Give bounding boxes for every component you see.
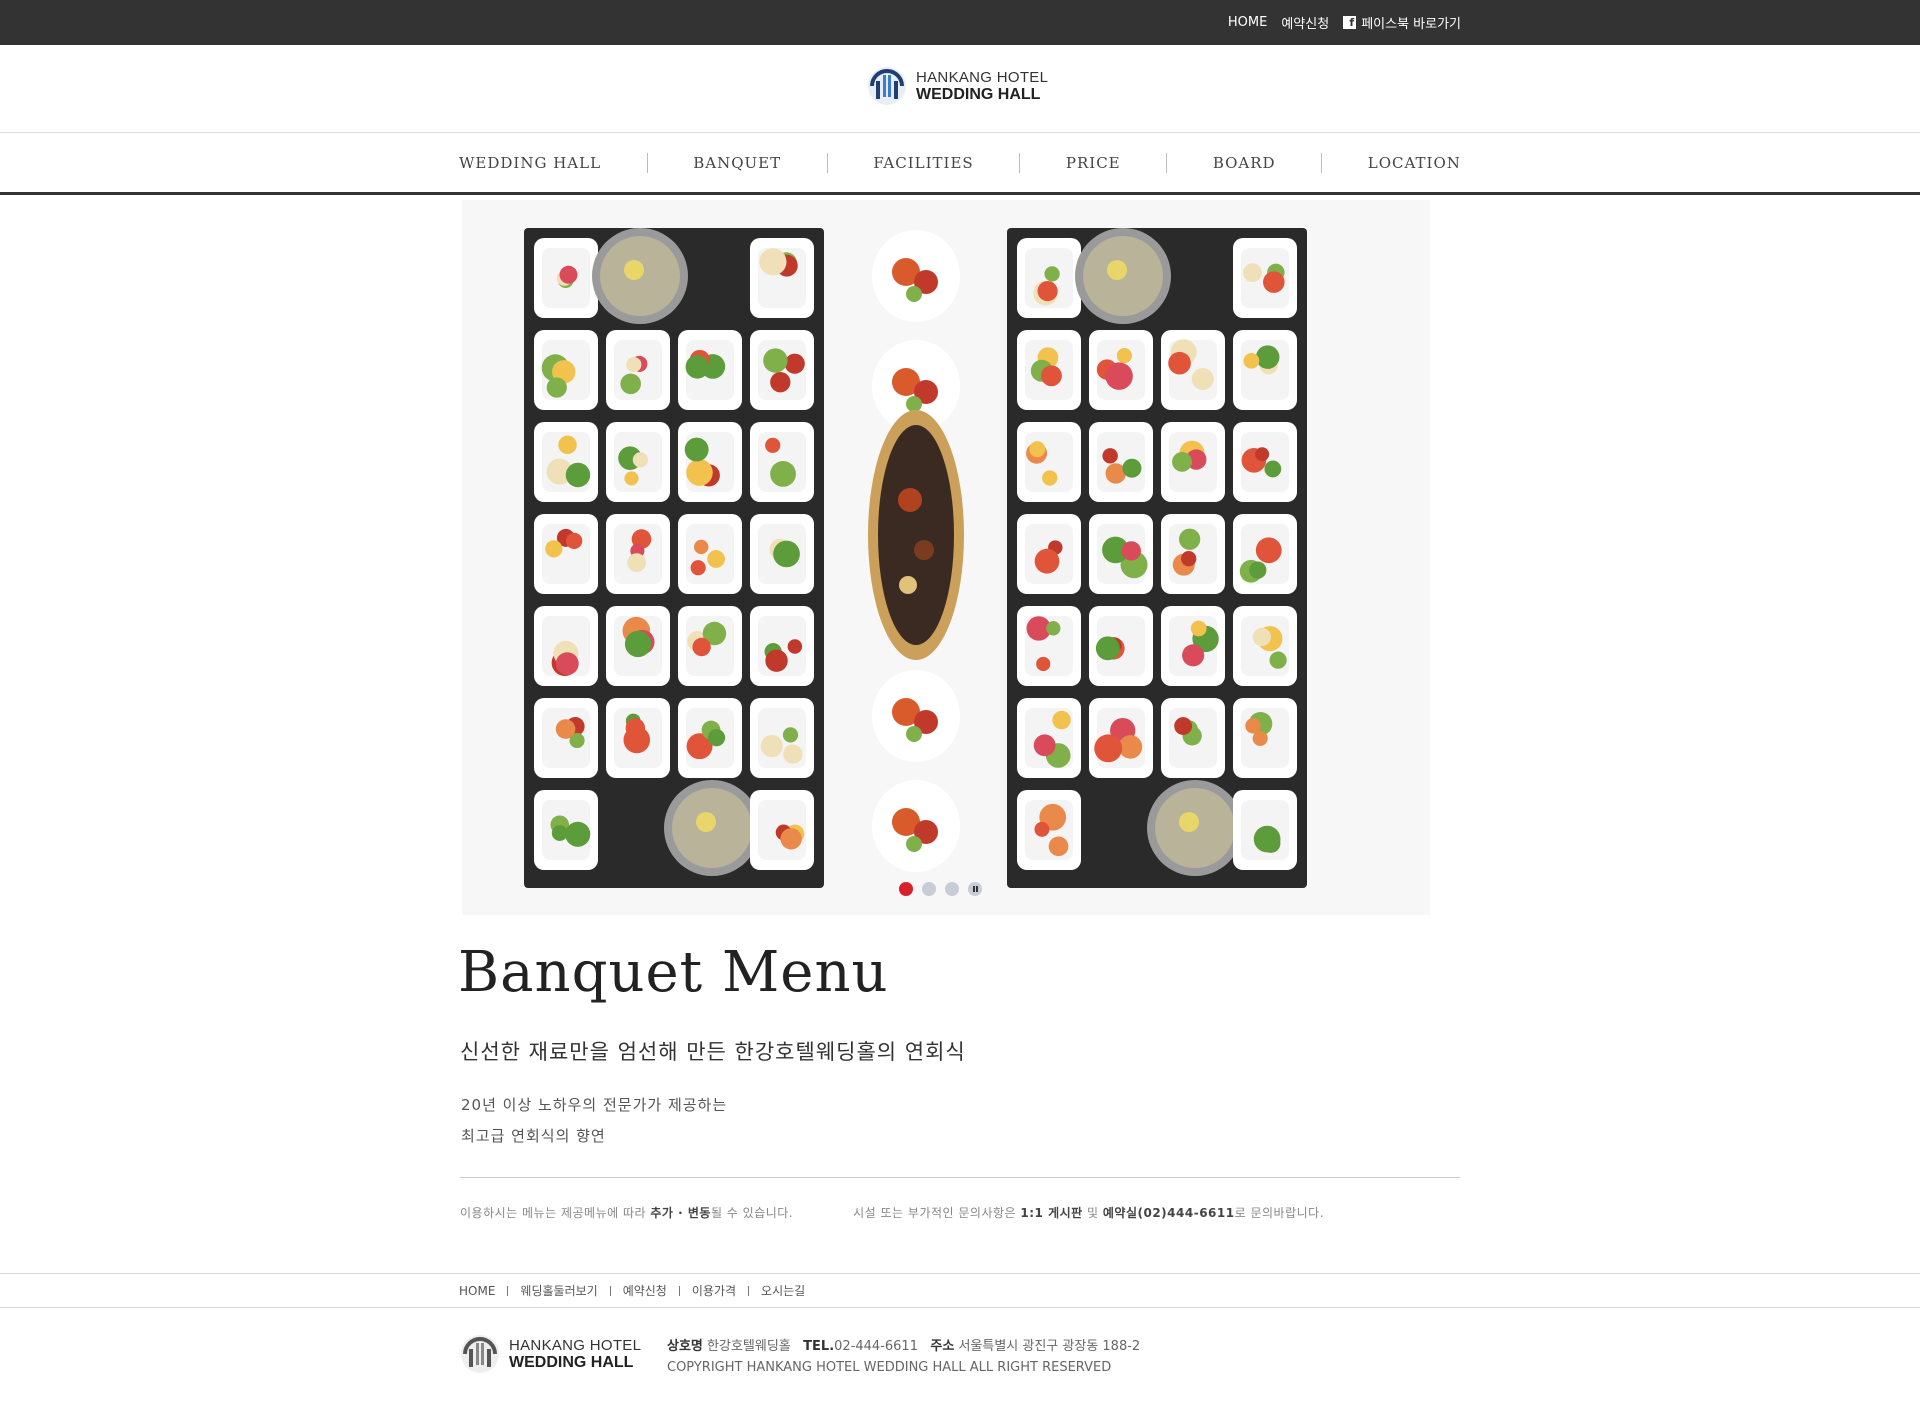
nav-item-wedding-hall[interactable]: WEDDING HALL: [459, 154, 601, 172]
footer-nav-separator: [678, 1285, 680, 1296]
description-line-1: 20년 이상 노하우의 전문가가 제공하는: [461, 1096, 728, 1114]
nav-separator: [1019, 152, 1021, 173]
banquet-table-illustration: [524, 228, 1307, 888]
notice2-text-e: 로 문의바랍니다.: [1234, 1206, 1325, 1220]
footer-nav-price[interactable]: 이용가격: [692, 1282, 736, 1299]
main-nav: WEDDING HALL BANQUET FACILITIES PRICE BO…: [0, 133, 1920, 195]
page-subtitle: 신선한 재료만을 엄선해 만든 한강호텔웨딩홀의 연회식: [460, 1040, 966, 1064]
notice1-text-c: 될 수 있습니다.: [710, 1206, 794, 1220]
logo-line1: HANKANG HOTEL: [916, 68, 1049, 86]
notice2-board: 1:1 게시판: [1020, 1206, 1083, 1220]
footer-logo-mark-icon: [461, 1335, 499, 1373]
top-reserve-link[interactable]: 예약신청: [1281, 13, 1329, 32]
footer-name-label: 상호명: [667, 1339, 703, 1354]
nav-separator: [1321, 152, 1323, 173]
notice2-text-a: 시설 또는 부가적인 문의사항은: [853, 1206, 1021, 1220]
logo-text: HANKANG HOTEL WEDDING HALL: [916, 70, 1048, 103]
slider-pagination: [899, 882, 982, 896]
footer-nav-separator: [507, 1285, 509, 1296]
footer-nav-home[interactable]: HOME: [459, 1284, 495, 1298]
facebook-icon: f: [1343, 16, 1357, 29]
header-logo[interactable]: HANKANG HOTEL WEDDING HALL: [866, 65, 1048, 107]
hero-banquet-image: [462, 200, 1430, 915]
logo-mark-icon: [868, 67, 906, 105]
nav-separator: [1166, 152, 1168, 173]
footer-info: 상호명 한강호텔웨딩홀 TEL.02-444-6611 주소 서울특별시 광진구…: [667, 1336, 1140, 1378]
notice-row: 이용하시는 메뉴는 제공메뉴에 따라 추가 · 변동될 수 있습니다. 시설 또…: [460, 1204, 1324, 1221]
slider-dot-2[interactable]: [922, 882, 936, 896]
nav-separator: [646, 152, 648, 173]
slider-dot-1[interactable]: [899, 882, 913, 896]
footer-contact-line: 상호명 한강호텔웨딩홀 TEL.02-444-6611 주소 서울특별시 광진구…: [667, 1336, 1140, 1357]
top-home-link[interactable]: HOME: [1228, 15, 1267, 30]
footer-nav: HOME 웨딩홀둘러보기 예약신청 이용가격 오시는길: [0, 1273, 1920, 1308]
page-title: Banquet Menu: [458, 940, 889, 1005]
nav-item-price[interactable]: PRICE: [1066, 154, 1121, 172]
footer-tel-label: TEL.: [803, 1339, 835, 1354]
notice1-emphasis: 추가 · 변동: [650, 1206, 711, 1220]
footer-logo-line1: HANKANG HOTEL: [509, 1336, 642, 1354]
content-divider: [460, 1177, 1460, 1178]
nav-item-banquet[interactable]: BANQUET: [693, 154, 781, 172]
footer-copyright: COPYRIGHT HANKANG HOTEL WEDDING HALL ALL…: [667, 1360, 1112, 1375]
notice-inquiry: 시설 또는 부가적인 문의사항은 1:1 게시판 및 예약실(02)444-66…: [853, 1204, 1324, 1221]
slider-pause-icon[interactable]: [968, 882, 982, 896]
footer-nav-separator: [609, 1285, 611, 1296]
footer-logo-line2: WEDDING HALL: [509, 1353, 634, 1371]
footer-addr-value: 서울특별시 광진구 광장동 188-2: [958, 1339, 1141, 1354]
nav-item-facilities[interactable]: FACILITIES: [873, 154, 973, 172]
facebook-label: 페이스북 바로가기: [1361, 17, 1461, 32]
top-facebook-link[interactable]: f 페이스북 바로가기: [1343, 13, 1461, 32]
footer-tel-value: 02-444-6611: [834, 1339, 918, 1354]
footer-addr-label: 주소: [930, 1339, 955, 1354]
footer-nav-tour[interactable]: 웨딩홀둘러보기: [520, 1282, 597, 1299]
top-links: HOME 예약신청 f 페이스북 바로가기: [1228, 0, 1461, 45]
header: HANKANG HOTEL WEDDING HALL: [0, 45, 1920, 133]
description-line-2: 최고급 연회식의 향연: [461, 1127, 606, 1145]
slider-dot-3[interactable]: [945, 882, 959, 896]
footer-nav-location[interactable]: 오시는길: [761, 1282, 805, 1299]
logo-line2: WEDDING HALL: [916, 85, 1041, 103]
footer-logo-text: HANKANG HOTEL WEDDING HALL: [509, 1338, 641, 1371]
notice2-text-c: 및: [1082, 1206, 1103, 1220]
notice-menu-change: 이용하시는 메뉴는 제공메뉴에 따라 추가 · 변동될 수 있습니다.: [460, 1204, 793, 1221]
footer-nav-reserve[interactable]: 예약신청: [623, 1282, 667, 1299]
nav-item-board[interactable]: BOARD: [1213, 154, 1276, 172]
notice1-text-a: 이용하시는 메뉴는 제공메뉴에 따라: [460, 1206, 651, 1220]
footer-name-value: 한강호텔웨딩홀: [707, 1339, 791, 1354]
nav-separator: [826, 152, 828, 173]
footer-logo: HANKANG HOTEL WEDDING HALL: [459, 1333, 641, 1375]
notice2-phone: 예약실(02)444-6611: [1102, 1206, 1235, 1220]
top-bar: HOME 예약신청 f 페이스북 바로가기: [0, 0, 1920, 45]
page-description: 20년 이상 노하우의 전문가가 제공하는 최고급 연회식의 향연: [461, 1090, 727, 1152]
footer-nav-separator: [748, 1285, 750, 1296]
nav-item-location[interactable]: LOCATION: [1368, 154, 1461, 172]
